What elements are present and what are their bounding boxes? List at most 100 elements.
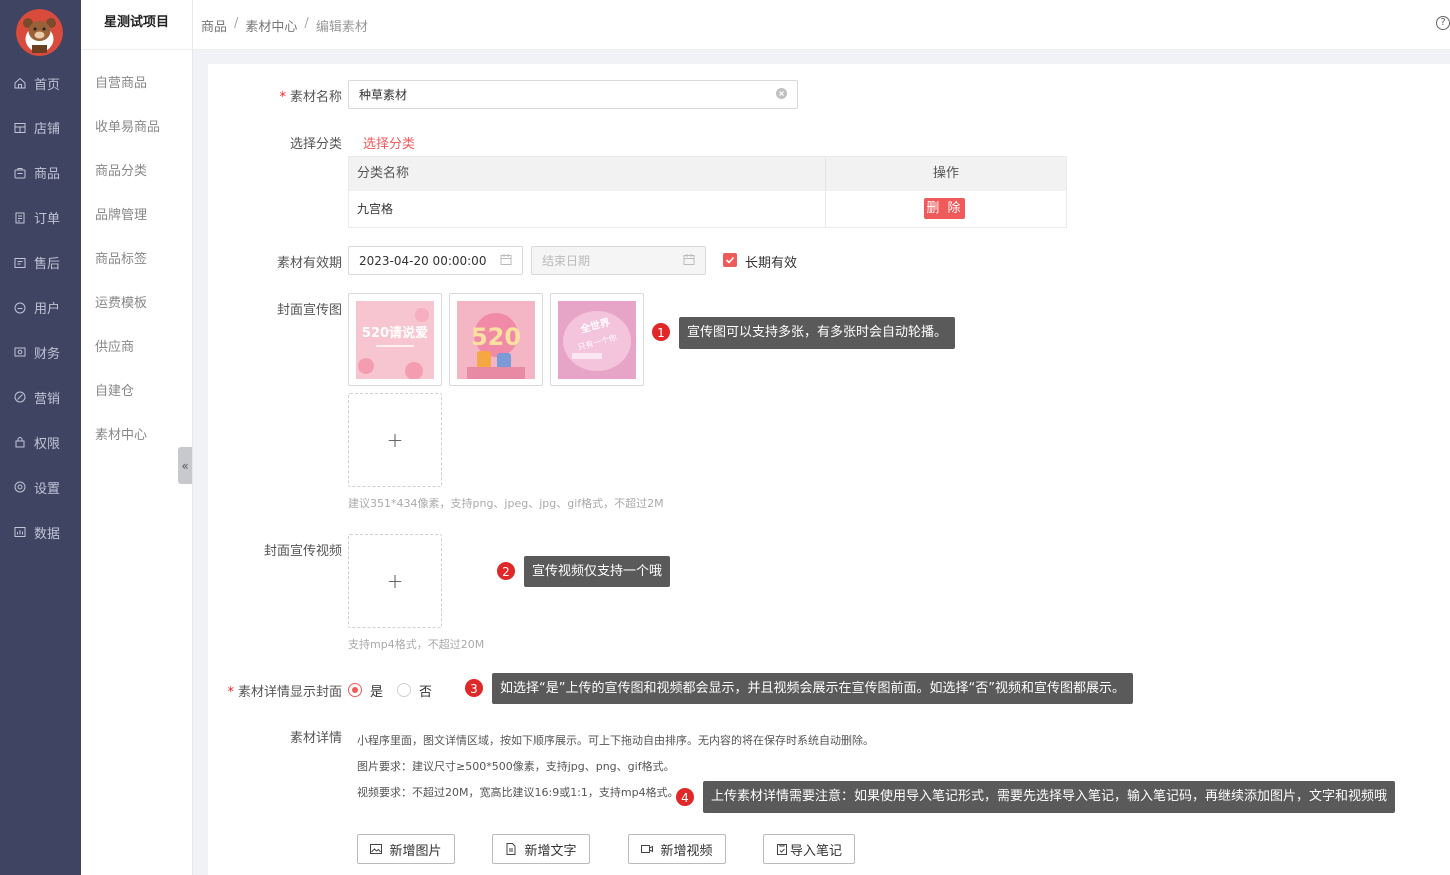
calendar-icon <box>500 253 512 268</box>
cover-image-2[interactable]: 520 <box>449 293 543 386</box>
clear-icon[interactable] <box>776 87 787 102</box>
video-label: 封面宣传视频 <box>263 544 342 559</box>
nav-item-label: 店铺 <box>34 122 61 138</box>
home-icon <box>14 77 26 89</box>
category-label: 选择分类 <box>289 137 342 152</box>
nav-item-label: 营销 <box>34 391 61 407</box>
detail-note: 视频要求：不超过20M，宽高比建议16:9或1:1，支持mp4格式。 <box>357 786 679 799</box>
nav-item-label: 用户 <box>34 302 61 317</box>
data-icon <box>14 527 26 537</box>
subnav-item-category[interactable]: 商品分类 <box>95 160 147 179</box>
cover-image-3[interactable]: 全世界 只有一个你 <box>550 293 644 386</box>
subnav-item-supplier[interactable]: 供应商 <box>95 336 134 355</box>
nav-item-home[interactable]: 首页 <box>14 68 81 98</box>
nav-item-data[interactable]: 数据 <box>14 517 81 547</box>
table-cell-name: 九宫格 <box>357 202 394 216</box>
avatar[interactable] <box>16 9 63 56</box>
cover-hint: 建议351*434像素，支持png、jpeg、jpg、gif格式，不超过2M <box>348 497 664 510</box>
calendar-icon <box>683 253 695 268</box>
show-cover-yes-radio[interactable] <box>348 683 362 697</box>
tip-badge-3: 3 <box>464 678 484 698</box>
video-hint: 支持mp4格式，不超过20M <box>348 638 485 651</box>
subnav-item-warehouse[interactable]: 自建仓 <box>95 380 134 399</box>
long-term-checkbox[interactable] <box>723 253 737 267</box>
finance-icon <box>14 347 26 357</box>
table-header-action: 操作 <box>826 157 1066 191</box>
nav-item-settings[interactable]: 设置 <box>14 472 81 502</box>
app-root: 首页 店铺 商品 订单 售后 用户 财务 营销 权限 设置 数据 星测试项目 自营商品 收单易商品 … <box>0 0 1450 875</box>
header: 商品 / 素材中心 / 编辑素材 ? <box>193 0 1450 50</box>
show-cover-label: * 素材详情显示封面 <box>227 685 342 700</box>
nav-item-label: 售后 <box>34 257 61 273</box>
nav-item-user[interactable]: 用户 <box>14 293 81 323</box>
import-note-button[interactable]: 导入笔记 <box>763 834 855 864</box>
help-icon[interactable]: ? <box>1436 16 1450 30</box>
add-cover-video-button[interactable]: + <box>348 534 442 628</box>
cover-image-1[interactable]: 520请说爱 <box>348 293 442 386</box>
project-title: 星测试项目 <box>81 0 192 50</box>
nav-item-label: 设置 <box>34 481 61 497</box>
nav-item-label: 数据 <box>34 526 61 542</box>
show-cover-no-label[interactable]: 否 <box>419 681 432 700</box>
nav-item-label: 财务 <box>34 346 61 362</box>
table-header-name: 分类名称 <box>349 157 826 191</box>
svg-text:520: 520 <box>471 323 521 351</box>
subnav-item-material[interactable]: 素材中心 <box>95 424 147 443</box>
tip-badge-4: 4 <box>675 787 695 807</box>
breadcrumb-material-center[interactable]: 素材中心 <box>245 16 297 35</box>
add-video-button[interactable]: 新增视频 <box>628 834 726 864</box>
select-category-link[interactable]: 选择分类 <box>363 133 415 152</box>
detail-note: 小程序里面，图文详情区域，按如下顺序展示。可上下拖动自由排序。无内容的将在保存时… <box>357 734 874 747</box>
add-image-button[interactable]: 新增图片 <box>357 834 455 864</box>
nav-item-marketing[interactable]: 营销 <box>14 382 81 412</box>
show-cover-yes-label[interactable]: 是 <box>370 681 383 700</box>
delete-button[interactable]: 删 除 <box>924 198 965 219</box>
add-text-button[interactable]: 新增文字 <box>492 834 590 864</box>
breadcrumb-separator: / <box>304 16 309 31</box>
subnav-item-tags[interactable]: 商品标签 <box>95 248 147 267</box>
goods-icon <box>14 167 26 179</box>
detail-note: 图片要求：建议尺寸≥500*500像素，支持jpg、png、gif格式。 <box>357 760 675 773</box>
user-icon <box>14 302 26 313</box>
tip-badge-1: 1 <box>651 322 671 342</box>
validity-label: 素材有效期 <box>276 256 342 271</box>
subnav-item-self-goods[interactable]: 自营商品 <box>95 72 147 91</box>
nav-item-label: 商品 <box>34 167 61 183</box>
nav-item-shop[interactable]: 店铺 <box>14 113 81 143</box>
tip-material-detail: 上传素材详情需要注意：如果使用导入笔记形式，需要先选择导入笔记，输入笔记码，再继… <box>703 781 1396 813</box>
nav-item-label: 订单 <box>34 212 61 228</box>
document-icon <box>506 843 516 855</box>
nav-item-lock[interactable]: 权限 <box>14 427 81 457</box>
breadcrumb-current: 编辑素材 <box>315 20 368 35</box>
subnav-item-freight[interactable]: 运费模板 <box>95 292 147 311</box>
order-icon <box>15 212 25 224</box>
tip-cover-images: 宣传图可以支持多张，有多张时会自动轮播。 <box>679 317 956 349</box>
collapse-sidebar-icon[interactable]: « <box>178 447 192 484</box>
nav-item-label: 权限 <box>34 436 61 452</box>
long-term-label: 长期有效 <box>745 256 798 271</box>
nav-item-finance[interactable]: 财务 <box>14 337 81 367</box>
marketing-icon <box>14 391 26 403</box>
end-date-input[interactable]: 结束日期 <box>531 246 706 275</box>
lock-icon <box>15 437 25 448</box>
nav-item-aftersale[interactable]: 售后 <box>14 248 81 278</box>
tip-badge-2: 2 <box>496 561 516 581</box>
start-date-input[interactable]: 2023-04-20 00:00:00 <box>348 246 523 275</box>
table-divider <box>825 191 826 228</box>
add-cover-image-button[interactable]: + <box>348 393 442 487</box>
import-icon <box>776 844 787 855</box>
nav-item-goods[interactable]: 商品 <box>14 158 81 188</box>
main-nav: 首页店铺商品订单售后用户财务营销权限设置数据 <box>0 0 81 875</box>
detail-label: 素材详情 <box>289 731 342 746</box>
tip-cover-video: 宣传视频仅支持一个哦 <box>524 556 671 587</box>
aftersale-icon <box>14 257 26 268</box>
breadcrumb-goods[interactable]: 商品 <box>201 16 227 35</box>
material-name-input[interactable]: 种草素材 <box>348 80 798 109</box>
nav-item-order[interactable]: 订单 <box>14 203 81 233</box>
main-form: * 素材名称 种草素材 选择分类 选择分类 分类名称 操作 九宫格 删 除 素材有… <box>208 64 1450 875</box>
cover-label: 封面宣传图 <box>276 303 342 318</box>
settings-icon <box>14 481 26 493</box>
subnav-item-brand[interactable]: 品牌管理 <box>95 204 147 223</box>
video-icon <box>641 845 654 853</box>
show-cover-no-radio[interactable] <box>397 683 411 697</box>
